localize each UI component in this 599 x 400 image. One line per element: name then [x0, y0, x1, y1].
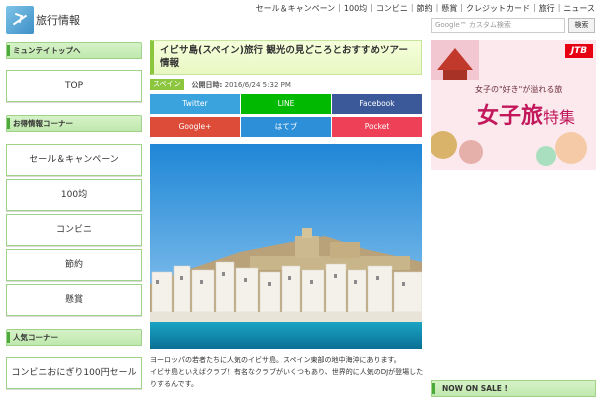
- ad-headline: 女子旅特集: [477, 98, 575, 130]
- search-button[interactable]: 検索: [568, 18, 595, 33]
- ad-headline-sub: 特集: [543, 108, 576, 127]
- site-logo-icon[interactable]: [6, 6, 34, 34]
- published-label: 公開日時:: [191, 80, 223, 89]
- article-body: ヨーロッパの若者たちに人気のイビサ島。スペイン東部の地中海沖にあります。 イビサ…: [150, 354, 428, 390]
- sidebar-item-convenience[interactable]: コンビニ: [6, 214, 142, 246]
- nav-credit-card[interactable]: クレジットカード: [466, 3, 530, 14]
- sidebar-item-100yen[interactable]: 100均: [6, 179, 142, 211]
- article-paragraph: ヨーロッパの若者たちに人気のイビサ島。スペイン東部の地中海沖にあります。: [150, 356, 401, 364]
- nav-sale[interactable]: セール＆キャンペーン: [256, 3, 336, 14]
- nav-prize[interactable]: 懸賞: [441, 3, 457, 14]
- article-meta: スペイン 公開日時: 2016/6/24 5:32 PM: [150, 79, 291, 90]
- nav-100yen[interactable]: 100均: [344, 3, 367, 14]
- share-line-button[interactable]: LINE: [241, 94, 331, 114]
- share-twitter-button[interactable]: Twitter: [150, 94, 240, 114]
- ad-tagline: 女子の"好き"が溢れる旅: [475, 85, 563, 94]
- sidebar-section-deals: お得情報コーナー: [6, 115, 142, 132]
- article-paragraph: イビサ島といえばクラブ！有名なクラブがいくつもあり、世界的に人気のDJが登場した…: [150, 368, 424, 388]
- search-input[interactable]: Google™ カスタム検索: [431, 18, 565, 33]
- sidebar-item-top[interactable]: TOP: [6, 70, 142, 102]
- sidebar-item-prize[interactable]: 懸賞: [6, 284, 142, 316]
- nav-news[interactable]: ニュース: [563, 3, 595, 14]
- sidebar-item-onigiri[interactable]: コンビニおにぎり100円セール: [6, 357, 142, 389]
- published-date: 2016/6/24 5:32 PM: [224, 80, 291, 89]
- jtb-ad-banner[interactable]: JTB 女子の"好き"が溢れる旅 女子旅特集: [431, 40, 596, 170]
- sidebar-item-saving[interactable]: 節約: [6, 249, 142, 281]
- share-hatena-button[interactable]: はてブ: [241, 117, 331, 137]
- sidebar-section-popular: 人気コーナー: [6, 329, 142, 346]
- share-facebook-button[interactable]: Facebook: [332, 94, 422, 114]
- nav-convenience[interactable]: コンビニ: [376, 3, 408, 14]
- hero-image-ibiza: [150, 144, 422, 349]
- article-title: イビサ島(スペイン)旅行 観光の見どころとおすすめツアー情報: [150, 40, 422, 75]
- sidebar-section-top: ミュンテイトップへ: [6, 42, 142, 59]
- ad-headline-main: 女子旅: [477, 103, 544, 129]
- now-on-sale-heading: NOW ON SALE !: [431, 380, 596, 397]
- share-googleplus-button[interactable]: Google+: [150, 117, 240, 137]
- top-nav: セール＆キャンペーン | 100均 | コンビニ | 節約 | 懸賞 | クレジットカード…: [255, 3, 595, 14]
- share-pocket-button[interactable]: Pocket: [332, 117, 422, 137]
- nav-travel[interactable]: 旅行: [539, 3, 555, 14]
- site-title[interactable]: 旅行情報: [36, 12, 80, 28]
- sidebar-item-sale[interactable]: セール＆キャンペーン: [6, 144, 142, 176]
- category-badge[interactable]: スペイン: [150, 79, 184, 90]
- jtb-logo: JTB: [565, 44, 593, 58]
- nav-saving[interactable]: 節約: [417, 3, 433, 14]
